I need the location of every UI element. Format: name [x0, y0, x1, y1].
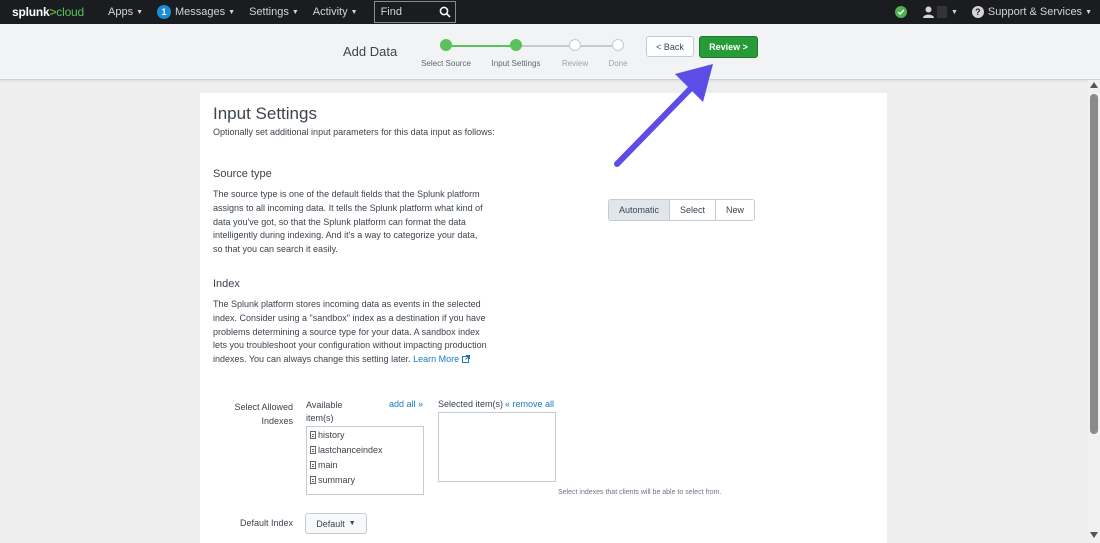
user-menu[interactable]: ▼: [922, 6, 958, 18]
wizard-title: Add Data: [343, 44, 398, 59]
scrollbar-thumb[interactable]: [1090, 94, 1098, 434]
selected-items-label: Selected item(s): [438, 399, 504, 409]
index-icon: [310, 475, 316, 484]
page-subtitle: Optionally set additional input paramete…: [213, 127, 495, 137]
caret-down-icon: ▼: [291, 8, 299, 16]
source-type-select-option[interactable]: Select: [670, 200, 717, 220]
caret-down-icon: ▼: [1085, 8, 1092, 16]
default-index-label: Default Index: [239, 518, 293, 528]
top-nav-bar: splunk>cloud Apps ▼ 1 Messages ▼ Settings ▼ …: [0, 0, 1100, 24]
input-settings-panel: Input Settings Optionally set additional…: [200, 93, 887, 543]
find-placeholder: Find: [380, 6, 402, 18]
index-icon: [310, 445, 316, 454]
available-indexes-list[interactable]: history lastchanceindex main summary: [306, 426, 424, 495]
user-icon: [922, 6, 934, 18]
wizard-step-select-source: Select Source: [406, 39, 486, 68]
selected-indexes-list[interactable]: [438, 412, 556, 482]
list-item-history[interactable]: history: [307, 427, 423, 442]
default-index-dropdown[interactable]: Default ▼: [305, 513, 367, 534]
caret-down-icon: ▼: [228, 8, 236, 16]
add-all-link[interactable]: add all »: [389, 399, 423, 409]
nav-right-group: ▼ ? Support & Services ▼: [894, 0, 1092, 24]
caret-down-icon: ▼: [350, 8, 358, 16]
step-dot-current: [510, 39, 522, 51]
caret-down-icon: ▼: [348, 520, 356, 527]
find-search-input[interactable]: Find: [373, 1, 456, 23]
index-icon: [310, 460, 316, 469]
splunk-cloud-logo[interactable]: splunk>cloud: [12, 5, 84, 19]
allowed-indexes-hint: Select indexes that clients will be able…: [558, 489, 722, 496]
index-icon: [310, 430, 316, 439]
annotation-arrow-icon: [614, 64, 713, 167]
messages-menu[interactable]: 1 Messages ▼: [157, 5, 235, 19]
messages-count-badge: 1: [157, 5, 172, 19]
caret-down-icon: ▼: [950, 8, 958, 16]
help-icon: ?: [971, 6, 984, 18]
scroll-up-arrow-icon[interactable]: [1090, 82, 1098, 88]
index-heading: Index: [213, 278, 240, 290]
learn-more-link[interactable]: Learn More: [413, 354, 470, 364]
remove-all-link[interactable]: « remove all: [505, 399, 554, 409]
health-status-icon[interactable]: [894, 6, 907, 18]
review-button[interactable]: Review >: [699, 36, 758, 58]
source-type-segmented-control: Automatic Select New: [608, 199, 756, 221]
source-type-new-option[interactable]: New: [716, 200, 755, 220]
search-icon[interactable]: [435, 2, 455, 22]
page-title: Input Settings: [213, 104, 317, 123]
add-data-wizard-header: Add Data Select Source Input Settings Re…: [0, 24, 1100, 80]
list-item-label: history: [318, 429, 345, 440]
apps-label: Apps: [108, 6, 134, 18]
external-link-icon: [461, 355, 470, 364]
logo-suffix: cloud: [56, 5, 84, 19]
select-allowed-indexes-label: Select Allowed Indexes: [234, 402, 293, 426]
caret-down-icon: ▼: [136, 8, 144, 16]
settings-label: Settings: [249, 6, 289, 18]
list-item-label: lastchanceindex: [318, 444, 383, 455]
learn-more-label: Learn More: [413, 354, 460, 365]
activity-menu[interactable]: Activity ▼: [313, 6, 358, 18]
messages-label: Messages: [175, 6, 226, 18]
support-services-menu[interactable]: ? Support & Services ▼: [971, 6, 1092, 18]
back-button[interactable]: < Back: [646, 36, 694, 57]
list-item-summary[interactable]: summary: [307, 472, 423, 487]
list-item-main[interactable]: main: [307, 457, 423, 472]
step-dot-complete: [440, 39, 452, 51]
list-item-lastchanceindex[interactable]: lastchanceindex: [307, 442, 423, 457]
default-index-value: Default: [316, 518, 345, 529]
apps-menu[interactable]: Apps ▼: [108, 6, 143, 18]
scroll-down-arrow-icon[interactable]: [1090, 532, 1098, 538]
support-label: Support & Services: [987, 6, 1083, 18]
index-description: The Splunk platform stores incoming data…: [213, 298, 488, 367]
list-item-label: main: [318, 459, 338, 470]
available-items-label: Available item(s): [306, 400, 343, 423]
source-type-description: The source type is one of the default fi…: [213, 189, 483, 255]
page-scrollbar[interactable]: [1088, 80, 1100, 543]
activity-label: Activity: [312, 6, 348, 18]
step-label: Select Source: [421, 59, 471, 68]
source-type-heading: Source type: [213, 168, 272, 180]
step-dot-pending: [612, 39, 624, 51]
list-item-label: summary: [318, 474, 356, 485]
user-name-redacted: [936, 6, 947, 18]
source-type-automatic-option[interactable]: Automatic: [609, 200, 671, 220]
settings-menu[interactable]: Settings ▼: [249, 6, 299, 18]
logo-prefix: splunk: [12, 5, 50, 19]
